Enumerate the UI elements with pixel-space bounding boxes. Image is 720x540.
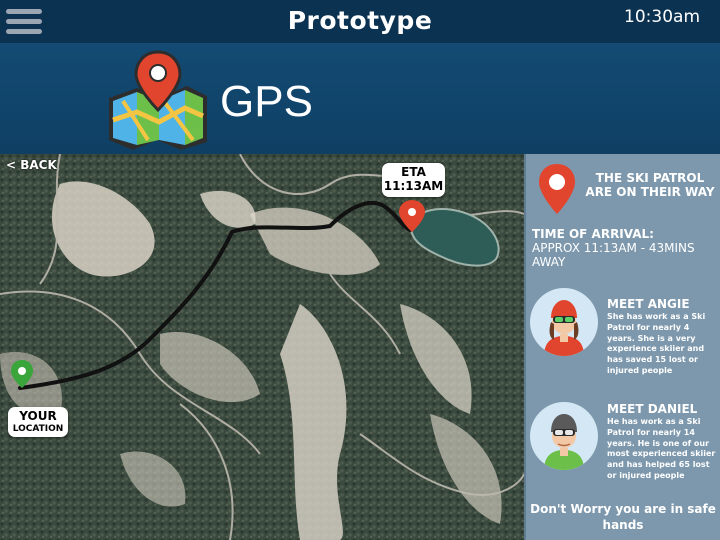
- back-button[interactable]: < BACK: [6, 158, 57, 172]
- gps-title: GPS: [220, 77, 313, 126]
- map-view[interactable]: < BACK ETA 11:13AM YOUR LOCATION: [0, 154, 524, 540]
- person-bio-angie: She has work as a Ski Patrol for nearly …: [607, 312, 706, 375]
- person-name-daniel: MEET DANIEL: [607, 402, 698, 416]
- eta-callout: ETA 11:13AM: [382, 163, 445, 197]
- eta-label: ETA: [401, 165, 426, 179]
- app-title: Prototype: [287, 6, 433, 35]
- patrol-heading: THE SKI PATROL ARE ON THEIR WAY: [585, 171, 715, 200]
- skier-female-icon: [544, 300, 584, 356]
- person-bio-daniel: He has work as a Ski Patrol for nearly 1…: [607, 417, 716, 480]
- eta-time: 11:13AM: [383, 178, 444, 193]
- person-name-angie: MEET ANGIE: [607, 297, 690, 311]
- location-label: LOCATION: [12, 423, 64, 434]
- top-bar: Prototype 10:30am: [0, 0, 720, 43]
- avatar-daniel: [530, 402, 598, 470]
- satellite-map: [0, 154, 524, 540]
- your-location-callout: YOUR LOCATION: [8, 407, 68, 438]
- your-label: YOUR: [19, 409, 57, 423]
- header-banner: GPS: [0, 43, 720, 154]
- arrival-label: TIME OF ARRIVAL:: [532, 227, 654, 241]
- clock: 10:30am: [624, 7, 700, 27]
- skier-male-icon: [544, 414, 584, 470]
- arrival-value: APPROX 11:13AM - 43MINS AWAY: [532, 241, 695, 270]
- avatar-angie: [530, 288, 598, 356]
- reassurance-footer: Don't Worry you are in safe hands: [530, 502, 716, 532]
- gps-map-pin-icon: [109, 50, 207, 150]
- location-pin-icon: [539, 164, 575, 214]
- info-panel: THE SKI PATROL ARE ON THEIR WAY TIME OF …: [524, 154, 720, 540]
